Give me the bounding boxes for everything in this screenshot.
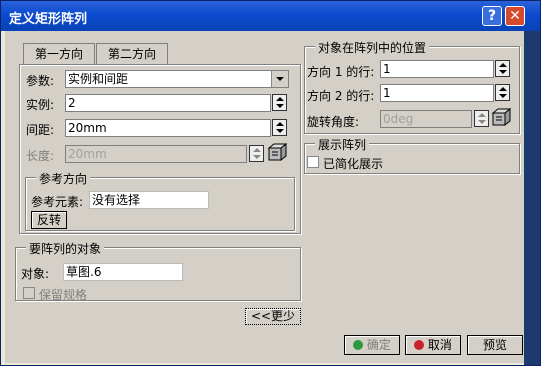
instance-spinner[interactable] xyxy=(272,94,287,111)
title-bar: 定义矩形阵列 ? ✕ xyxy=(1,1,540,31)
reference-group-label: 参考方向 xyxy=(36,170,91,187)
chevron-down-icon[interactable] xyxy=(271,71,288,87)
formula-icon[interactable] xyxy=(267,143,287,163)
help-button[interactable]: ? xyxy=(482,6,502,26)
row1-spinner[interactable] xyxy=(495,60,510,77)
object-label: 对象: xyxy=(21,267,50,281)
ok-label: 确定 xyxy=(366,338,391,352)
spacing-spinner[interactable] xyxy=(272,119,287,136)
cancel-icon xyxy=(414,340,425,350)
simplified-checkbox[interactable] xyxy=(307,156,319,168)
ok-button[interactable]: 确定 xyxy=(344,335,400,355)
row1-field[interactable]: 1 xyxy=(380,60,494,78)
instance-label: 实例: xyxy=(26,98,55,112)
angle-spinner xyxy=(474,110,489,127)
reference-element-field[interactable]: 没有选择 xyxy=(89,191,209,209)
length-field: 20mm xyxy=(65,145,247,163)
close-button[interactable]: ✕ xyxy=(505,6,525,26)
ok-icon xyxy=(353,340,364,350)
angle-label: 旋转角度: xyxy=(307,115,360,129)
cancel-label: 取消 xyxy=(427,338,452,352)
window-title: 定义矩形阵列 xyxy=(9,12,88,27)
length-spinner xyxy=(249,145,264,162)
row2-field[interactable]: 1 xyxy=(380,84,494,102)
param-label: 参数: xyxy=(26,74,55,88)
reverse-button[interactable]: 反转 xyxy=(31,211,67,229)
simplified-label: 已简化展示 xyxy=(323,157,384,171)
row2-spinner[interactable] xyxy=(495,84,510,101)
object-group-label: 要阵列的对象 xyxy=(26,240,105,257)
dialog-body: 第一方向 第二方向 参数: 实例和间距 实例: 2 间距: 20mm 长度: 2… xyxy=(5,31,536,363)
cancel-button[interactable]: 取消 xyxy=(405,335,461,355)
background-strip xyxy=(524,31,540,365)
tab-second-direction[interactable]: 第二方向 xyxy=(96,43,168,65)
position-group-label: 对象在阵列中的位置 xyxy=(315,39,430,56)
dialog-window: 定义矩形阵列 ? ✕ 第一方向 第二方向 参数: 实例和间距 实例: 2 间距:… xyxy=(0,0,541,366)
row1-label: 方向 1 的行: xyxy=(307,65,375,79)
angle-formula-icon[interactable] xyxy=(491,108,511,128)
keep-spec-label: 保留规格 xyxy=(39,288,88,302)
spacing-field[interactable]: 20mm xyxy=(65,119,271,137)
less-button[interactable]: <<更少 xyxy=(245,308,301,325)
param-value: 实例和间距 xyxy=(68,72,129,86)
spacing-label: 间距: xyxy=(26,123,55,137)
angle-field: 0deg xyxy=(380,110,472,128)
param-dropdown[interactable]: 实例和间距 xyxy=(65,70,289,88)
reference-element-label: 参考元素: xyxy=(31,195,84,209)
row2-label: 方向 2 的行: xyxy=(307,89,375,103)
instance-field[interactable]: 2 xyxy=(65,94,271,112)
preview-button[interactable]: 预览 xyxy=(467,335,523,355)
tab-first-direction[interactable]: 第一方向 xyxy=(23,43,95,65)
length-label: 长度: xyxy=(26,149,55,163)
object-field[interactable]: 草图.6 xyxy=(63,263,183,281)
display-group-label: 展示阵列 xyxy=(315,136,370,153)
keep-spec-checkbox xyxy=(23,287,35,299)
